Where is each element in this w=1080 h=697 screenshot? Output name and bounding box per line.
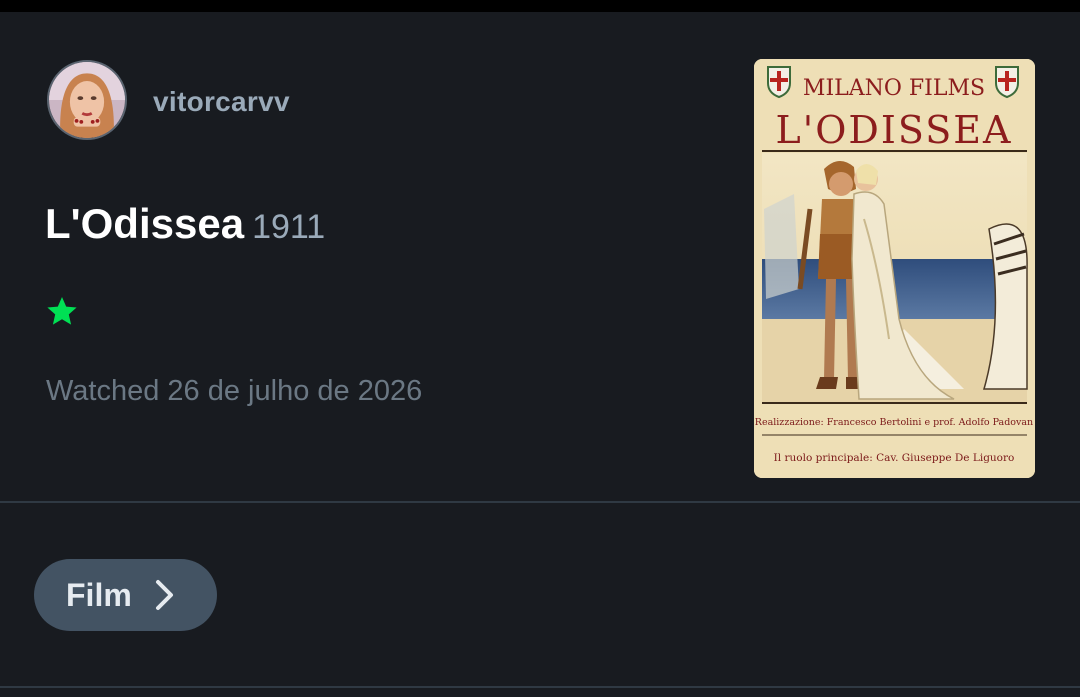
watched-date: Watched 26 de julho de 2026 xyxy=(46,375,423,407)
status-bar xyxy=(0,0,1080,12)
film-button[interactable]: Film xyxy=(34,559,217,631)
rating-stars xyxy=(46,295,78,327)
diary-entry-screen: vitorcarvv L'Odissea 1911 Watched 26 de j… xyxy=(0,0,1080,697)
entry-card[interactable]: vitorcarvv L'Odissea 1911 Watched 26 de j… xyxy=(0,12,1080,501)
poster-title: L'ODISSEA xyxy=(776,108,1013,152)
film-button-label: Film xyxy=(66,576,132,613)
crest-left-icon xyxy=(767,66,791,99)
chevron-right-icon xyxy=(155,580,173,610)
divider-bottom xyxy=(0,686,1080,688)
username[interactable]: vitorcarvv xyxy=(153,86,290,118)
poster-credit-lead: Il ruolo principale: Cav. Giuseppe De Li… xyxy=(774,452,1015,464)
divider xyxy=(0,501,1080,503)
avatar[interactable] xyxy=(47,60,127,140)
crest-right-icon xyxy=(995,66,1019,99)
poster-credit-direction: Realizzazione: Francesco Bertolini e pro… xyxy=(755,417,1033,428)
film-year: 1911 xyxy=(252,208,326,246)
film-title[interactable]: L'Odissea xyxy=(45,200,244,247)
star-icon xyxy=(47,297,77,325)
film-heading: L'Odissea 1911 xyxy=(45,200,325,248)
film-poster[interactable]: MILANO FILMS L'ODISSEA Realizzazione: Fr… xyxy=(754,59,1035,478)
poster-studio: MILANO FILMS xyxy=(803,76,985,101)
